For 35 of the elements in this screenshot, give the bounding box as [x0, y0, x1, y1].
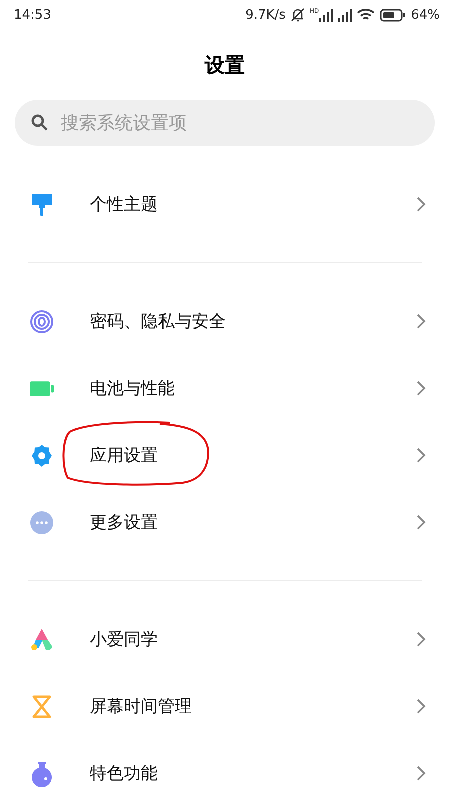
battery-icon	[30, 380, 54, 396]
page-title: 设置	[205, 52, 245, 78]
flask-icon	[31, 760, 53, 786]
settings-item[interactable]: 个性主题	[0, 171, 450, 238]
settings-item[interactable]: 特色功能	[0, 740, 450, 800]
more-icon	[30, 510, 54, 534]
signal-icon	[338, 8, 352, 22]
bell-off-icon	[290, 8, 305, 22]
fingerprint-icon	[30, 310, 54, 334]
network-speed: 9.7K/s	[246, 8, 286, 22]
hourglass-icon	[31, 694, 53, 718]
battery-status-icon	[380, 8, 406, 22]
settings-item[interactable]: 密码、隐私与安全	[0, 288, 450, 355]
settings-item[interactable]: 更多设置	[0, 489, 450, 556]
chevron-icon	[417, 766, 426, 781]
chevron-icon	[417, 515, 426, 530]
settings-item[interactable]: 小爱同学	[0, 606, 450, 673]
chevron-icon	[417, 381, 426, 396]
chevron-icon	[417, 632, 426, 647]
chevron-icon	[417, 448, 426, 463]
search-field[interactable]: 搜索系统设置项	[15, 100, 435, 146]
signal-icon	[319, 8, 334, 22]
assistant-icon	[30, 628, 54, 652]
chevron-icon	[417, 699, 426, 714]
chevron-icon	[417, 314, 426, 329]
status-time: 14:53	[14, 8, 52, 22]
battery-percent: 64%	[411, 8, 440, 22]
search-icon	[31, 114, 49, 132]
settings-item[interactable]: 应用设置	[0, 422, 450, 489]
brush-icon	[31, 192, 53, 216]
gear-icon	[30, 444, 54, 468]
settings-item[interactable]: 电池与性能	[0, 355, 450, 422]
wifi-icon	[357, 8, 376, 22]
chevron-icon	[417, 197, 426, 212]
settings-item[interactable]: 屏幕时间管理	[0, 673, 450, 740]
